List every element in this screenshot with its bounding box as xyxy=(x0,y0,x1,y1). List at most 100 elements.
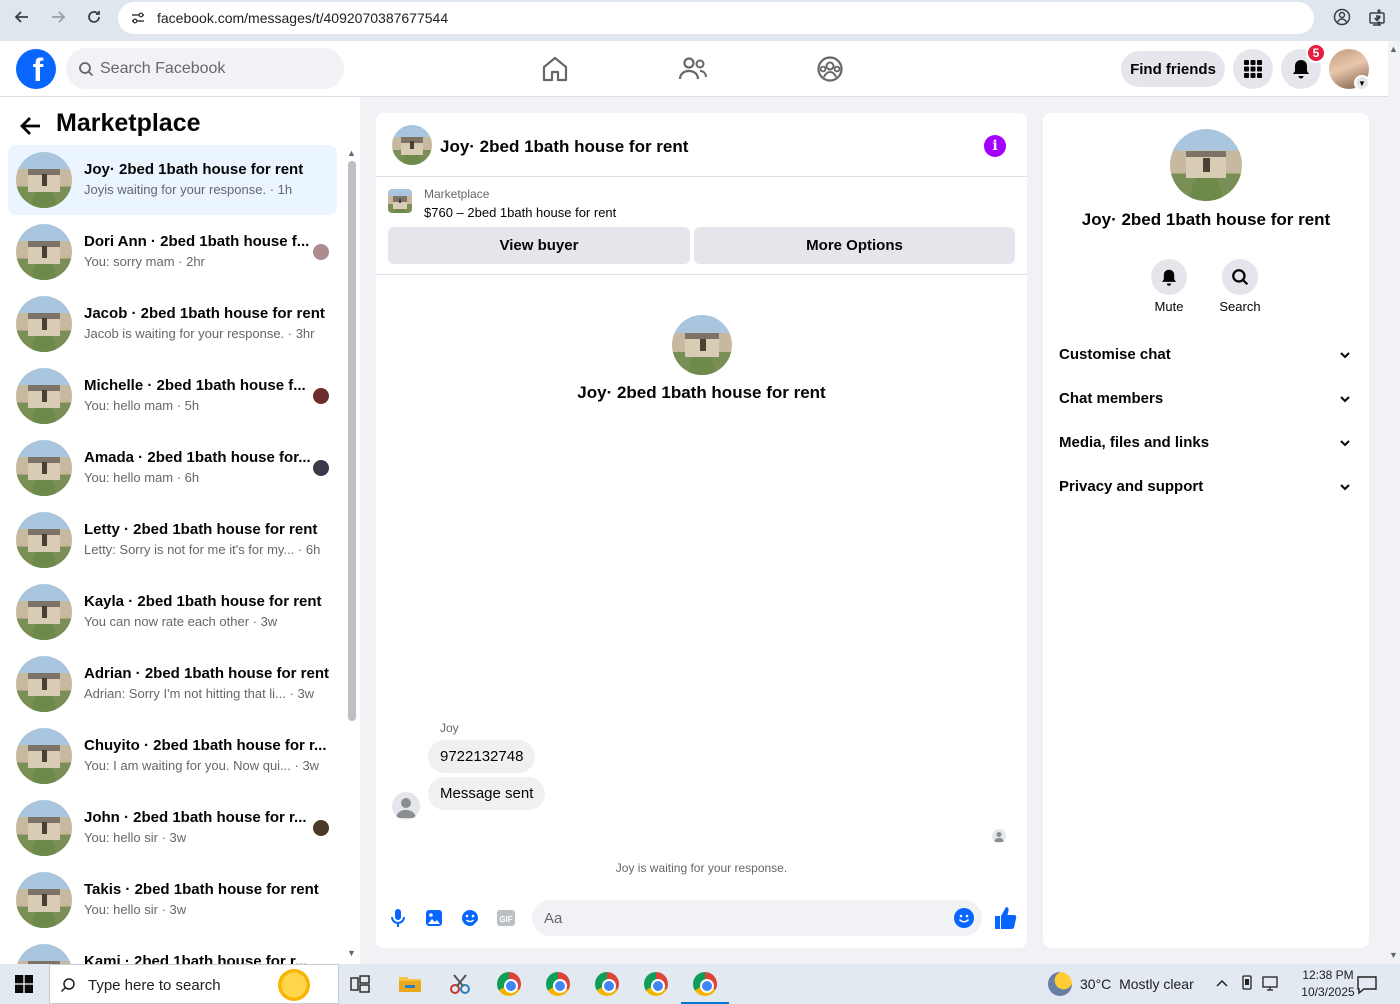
menu-grid-icon[interactable] xyxy=(1233,49,1273,89)
info-icon[interactable]: i xyxy=(984,135,1006,157)
message-input[interactable] xyxy=(544,900,934,936)
chat-profile-avatar xyxy=(672,315,732,375)
listing-bar: Marketplace $760 – 2bed 1bath house for … xyxy=(376,177,1027,275)
notification-count-badge: 5 xyxy=(1306,43,1326,63)
network-icon[interactable] xyxy=(1262,974,1280,992)
taskbar-search[interactable]: Type here to search xyxy=(49,964,339,1004)
facebook-logo[interactable]: f xyxy=(16,49,56,89)
customise-chat-section[interactable]: Customise chat xyxy=(1043,333,1369,377)
conversation-preview: You can now rate each other · 3w xyxy=(84,614,278,629)
snipping-tool-icon[interactable] xyxy=(444,968,476,1000)
waiting-notice: Joy is waiting for your response. xyxy=(615,861,788,875)
browser-profile-icon[interactable] xyxy=(1333,8,1351,26)
back-arrow-icon[interactable] xyxy=(18,113,44,139)
conversation-name: Joy· 2bed 1bath house for rent xyxy=(84,161,304,178)
conversation-name: Chuyito · 2bed 1bath house for r... xyxy=(84,737,327,754)
windows-start-icon[interactable] xyxy=(0,964,48,1004)
thumbs-up-icon[interactable] xyxy=(992,905,1018,931)
hidden-icons-chevron-up-icon[interactable] xyxy=(1213,974,1231,992)
search-conversation-icon[interactable] xyxy=(1222,259,1258,295)
account-chevron-down-icon[interactable]: ▼ xyxy=(1354,75,1370,91)
sender-avatar xyxy=(392,792,420,820)
conversation-preview: Adrian: Sorry I'm not hitting that li...… xyxy=(84,686,315,701)
chrome-profile-4-icon[interactable] xyxy=(640,968,672,1000)
taskbar-search-placeholder: Type here to search xyxy=(88,977,221,994)
conversation-name: Letty · 2bed 1bath house for rent xyxy=(84,521,318,538)
file-explorer-icon[interactable] xyxy=(394,968,426,1000)
conversation-preview: You: hello mam · 5h xyxy=(84,398,200,413)
message-bubble[interactable]: 9722132748 xyxy=(428,740,536,773)
listing-thumbnail xyxy=(388,189,412,213)
conversation-item[interactable]: Amada · 2bed 1bath house for... You: hel… xyxy=(8,433,337,503)
find-friends-button[interactable]: Find friends xyxy=(1121,51,1225,87)
conversation-item[interactable]: Jacob · 2bed 1bath house for rent Jacob … xyxy=(8,289,337,359)
message-bubble[interactable]: Message sent xyxy=(428,777,546,810)
sidebar-scrollbar[interactable] xyxy=(348,161,356,721)
page-scrollbar[interactable] xyxy=(1388,41,1400,964)
conversation-preview: Letty: Sorry is not for me it's for my..… xyxy=(84,542,321,557)
back-icon[interactable] xyxy=(10,5,34,29)
forward-icon[interactable] xyxy=(46,5,70,29)
view-buyer-button[interactable]: View buyer xyxy=(388,227,690,264)
conversation-name: Takis · 2bed 1bath house for rent xyxy=(84,881,319,898)
conversation-item[interactable]: Letty · 2bed 1bath house for rent Letty:… xyxy=(8,505,337,575)
chrome-profile-3-icon[interactable] xyxy=(591,968,623,1000)
mute-bell-icon[interactable] xyxy=(1151,259,1187,295)
notification-center-icon[interactable] xyxy=(1356,974,1378,996)
conversation-thumbnail xyxy=(16,440,72,496)
chrome-profile-2-icon[interactable] xyxy=(542,968,574,1000)
url-text[interactable]: facebook.com/messages/t/4092070387677544 xyxy=(157,10,448,26)
conversation-thumbnail xyxy=(16,368,72,424)
microphone-icon[interactable] xyxy=(387,907,409,929)
chat-title[interactable]: Joy· 2bed 1bath house for rent xyxy=(440,137,688,157)
svg-text:GIF: GIF xyxy=(499,915,512,924)
search-icon xyxy=(79,62,94,77)
conversation-item[interactable]: Chuyito · 2bed 1bath house for r... You:… xyxy=(8,721,337,791)
weather-text[interactable]: 30°C Mostly clear xyxy=(1080,976,1194,992)
privacy-support-section[interactable]: Privacy and support xyxy=(1043,465,1369,509)
conversation-item[interactable]: Joy· 2bed 1bath house for rent Joyis wai… xyxy=(8,145,337,215)
task-view-icon[interactable] xyxy=(344,968,376,1000)
listing-title[interactable]: $760 – 2bed 1bath house for rent xyxy=(424,205,616,220)
weather-sun-icon xyxy=(278,969,310,1001)
gif-icon[interactable]: GIF xyxy=(495,907,517,929)
section-label: Media, files and links xyxy=(1059,434,1210,451)
scroll-down-icon[interactable]: ▼ xyxy=(347,948,356,958)
conversation-item[interactable]: Dori Ann · 2bed 1bath house f... You: so… xyxy=(8,217,337,287)
conversation-item[interactable]: Takis · 2bed 1bath house for rent You: h… xyxy=(8,865,337,935)
photo-icon[interactable] xyxy=(423,907,445,929)
chat-members-section[interactable]: Chat members xyxy=(1043,377,1369,421)
emoji-icon[interactable] xyxy=(954,908,974,928)
home-icon[interactable] xyxy=(538,52,572,86)
message-composer[interactable] xyxy=(532,900,982,936)
media-files-links-section[interactable]: Media, files and links xyxy=(1043,421,1369,465)
groups-icon[interactable] xyxy=(813,52,847,86)
more-options-button[interactable]: More Options xyxy=(694,227,1015,264)
time: 12:38 PM xyxy=(1302,968,1354,982)
sticker-icon[interactable] xyxy=(459,907,481,929)
facebook-search[interactable] xyxy=(66,48,344,89)
scroll-up-icon[interactable]: ▲ xyxy=(347,148,356,158)
browser-menu-icon[interactable] xyxy=(1370,8,1388,26)
page-scroll-up-icon[interactable]: ▲ xyxy=(1389,44,1398,54)
conversation-item[interactable]: John · 2bed 1bath house for r... You: he… xyxy=(8,793,337,863)
meet-now-icon[interactable] xyxy=(1238,974,1256,992)
conversation-item[interactable]: Adrian · 2bed 1bath house for rent Adria… xyxy=(8,649,337,719)
chat-avatar[interactable] xyxy=(392,125,432,165)
search-input[interactable] xyxy=(100,48,330,89)
reload-icon[interactable] xyxy=(82,5,106,29)
site-settings-icon[interactable] xyxy=(130,10,146,26)
chrome-profile-1-icon[interactable] xyxy=(493,968,525,1000)
clock[interactable]: 12:38 PM 10/3/2025 xyxy=(1292,967,1364,1001)
read-receipt-avatar xyxy=(992,829,1006,843)
conversation-item[interactable]: Michelle · 2bed 1bath house f... You: he… xyxy=(8,361,337,431)
weather-icon[interactable] xyxy=(1048,972,1072,996)
browser-toolbar: facebook.com/messages/t/4092070387677544 xyxy=(0,0,1400,41)
conversation-item[interactable]: Kami · 2bed 1bath house for r... xyxy=(8,937,337,964)
chrome-profile-5-icon[interactable] xyxy=(681,968,729,1004)
conversation-item[interactable]: Kayla · 2bed 1bath house for rent You ca… xyxy=(8,577,337,647)
address-bar[interactable]: facebook.com/messages/t/4092070387677544 xyxy=(118,2,1385,34)
page-scroll-down-icon[interactable]: ▼ xyxy=(1389,950,1398,960)
friends-icon[interactable] xyxy=(676,52,710,86)
weather-condition: Mostly clear xyxy=(1119,976,1194,992)
